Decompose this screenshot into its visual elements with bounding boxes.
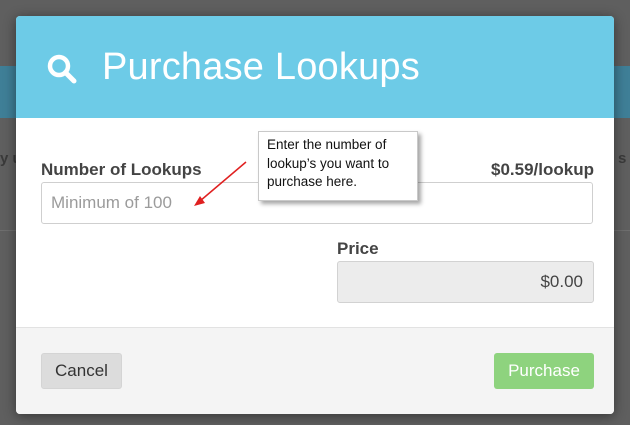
modal-footer: Cancel Purchase bbox=[16, 327, 614, 414]
search-icon bbox=[47, 54, 77, 84]
cancel-button[interactable]: Cancel bbox=[41, 353, 122, 389]
modal-header: Purchase Lookups bbox=[16, 16, 614, 118]
background-divider bbox=[614, 230, 630, 231]
price-per-lookup-label: $0.59/lookup bbox=[491, 160, 594, 179]
modal-title: Purchase Lookups bbox=[102, 46, 420, 88]
price-label: Price bbox=[337, 239, 379, 258]
number-of-lookups-label: Number of Lookups bbox=[41, 160, 202, 179]
price-field: $0.00 bbox=[337, 261, 594, 303]
annotation-callout: Enter the number of lookup’s you want to… bbox=[258, 131, 418, 201]
background-text-fragment-right: s bbox=[618, 150, 627, 167]
purchase-lookups-modal: Purchase Lookups Number of Lookups $0.59… bbox=[16, 16, 614, 414]
purchase-button[interactable]: Purchase bbox=[494, 353, 594, 389]
background-divider bbox=[0, 230, 16, 231]
